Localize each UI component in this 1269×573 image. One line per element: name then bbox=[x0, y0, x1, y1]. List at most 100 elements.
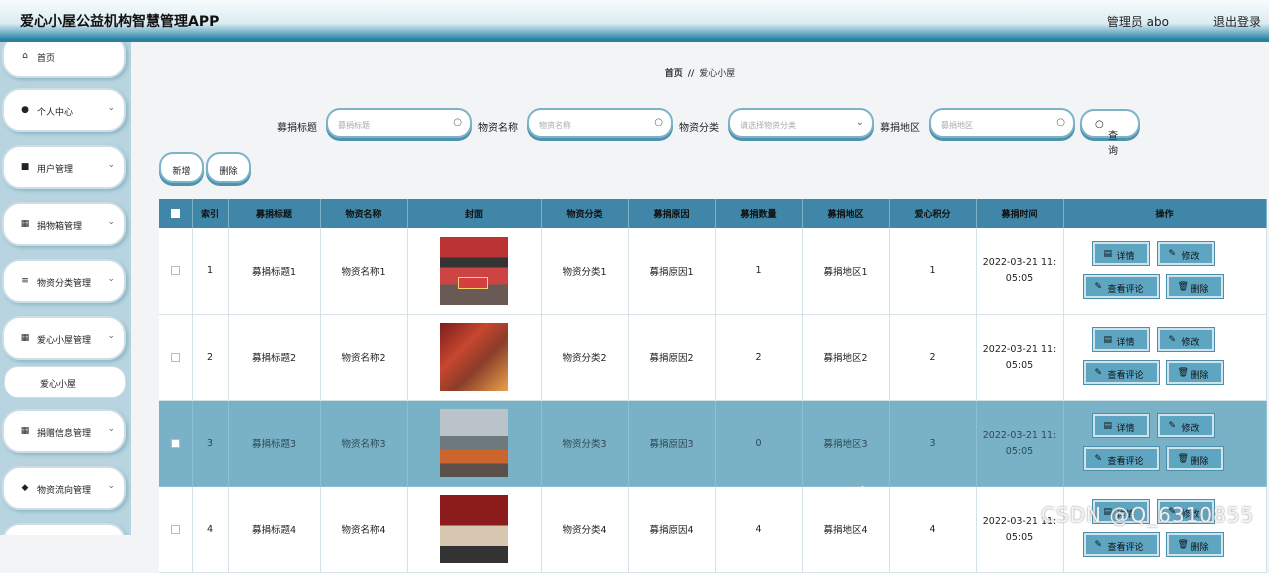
edit-button[interactable]: ✎ 修改 bbox=[1156, 413, 1215, 438]
cell-reason: 募捐原因3 bbox=[628, 400, 716, 487]
chevron-down-icon: ⌄ bbox=[107, 103, 115, 113]
filter-region-input[interactable]: 募捐地区 ○ bbox=[929, 108, 1075, 138]
column-header: 操作 bbox=[1063, 199, 1267, 228]
sidebar-item-more[interactable] bbox=[2, 523, 126, 535]
view-comments-button[interactable]: ✎ 查看评论 bbox=[1082, 532, 1160, 557]
sidebar-item-personal-center[interactable]: ● 个人中心 ⌄ bbox=[2, 88, 126, 132]
sidebar-item-label: 物资分类管理 bbox=[37, 279, 92, 289]
sidebar-item-donation-box[interactable]: ▦ 捐物箱管理 ⌄ bbox=[2, 202, 126, 246]
cell-index: 4 bbox=[192, 486, 229, 573]
edit-button-label: 修改 bbox=[1181, 338, 1200, 348]
cell-region: 募捐地区2 bbox=[802, 314, 890, 401]
trash-icon: 🗑 bbox=[1177, 368, 1189, 378]
delete-row-button-label: 删除 bbox=[1190, 543, 1209, 553]
detail-button-label: 详情 bbox=[1116, 338, 1135, 348]
row-actions: ▤ 详情 ✎ 修改 ✎ 查看评论 🗑 删除 bbox=[1079, 236, 1251, 306]
time-line-2: 05:05 bbox=[1005, 273, 1034, 285]
app-title: 爱心小屋公益机构智慧管理APP bbox=[20, 14, 220, 30]
filter-region-placeholder: 募捐地区 bbox=[941, 121, 973, 130]
filter-name-placeholder: 物资名称 bbox=[539, 121, 571, 130]
row-select-cell[interactable] bbox=[159, 314, 193, 401]
cell-name: 物资名称2 bbox=[320, 314, 408, 401]
column-header: 爱心积分 bbox=[889, 199, 977, 228]
cell-actions: ▤ 详情 ✎ 修改 ✎ 查看评论 🗑 删除 bbox=[1063, 400, 1267, 487]
chevron-down-icon: ⌄ bbox=[107, 217, 115, 227]
chevron-down-icon: ⌄ bbox=[855, 117, 864, 128]
cell-category: 物资分类3 bbox=[541, 400, 629, 487]
view-comments-button-label: 查看评论 bbox=[1107, 371, 1144, 381]
table-row[interactable]: 2 募捐标题2 物资名称2 物资分类2 募捐原因2 2 募捐地区2 2 2022-03-21 1… bbox=[159, 314, 1267, 401]
top-bar: 爱心小屋公益机构智慧管理APP 管理员 abo 退出登录 bbox=[0, 0, 1269, 42]
filter-category-select[interactable]: 请选择物资分类 ⌄ bbox=[728, 108, 874, 138]
view-comments-button-label: 查看评论 bbox=[1107, 284, 1144, 295]
row-select-cell[interactable] bbox=[159, 486, 193, 573]
time-line-1: 2022-03-21 11: bbox=[982, 257, 1057, 269]
cell-index: 2 bbox=[192, 314, 229, 401]
row-checkbox[interactable] bbox=[170, 266, 180, 276]
cell-time: 2022-03-21 11: 05:05 bbox=[976, 400, 1064, 487]
delete-row-button-label: 删除 bbox=[1190, 457, 1209, 467]
delete-button[interactable]: 删除 bbox=[206, 152, 251, 183]
detail-button[interactable]: ▤ 详情 bbox=[1091, 327, 1150, 352]
delete-row-button-label: 删除 bbox=[1190, 371, 1209, 381]
row-select-cell[interactable] bbox=[159, 228, 193, 315]
edit-button[interactable]: ✎ 修改 bbox=[1156, 240, 1215, 266]
row-checkbox[interactable] bbox=[170, 438, 180, 448]
edit-button[interactable]: ✎ 修改 bbox=[1156, 327, 1215, 352]
detail-button[interactable]: ▤ 详情 bbox=[1091, 413, 1150, 438]
row-checkbox[interactable] bbox=[170, 524, 180, 534]
time-line-2: 05:05 bbox=[1005, 359, 1034, 371]
filter-title-input[interactable]: 募捐标题 ○ bbox=[326, 108, 472, 138]
filter-title-label: 募捐标题 bbox=[277, 123, 317, 134]
row-select-cell[interactable] bbox=[159, 400, 193, 487]
sidebar-item-donation-info[interactable]: ▦ 捐赠信息管理 ⌄ bbox=[2, 409, 126, 453]
detail-button[interactable]: ▤ 详情 bbox=[1091, 240, 1150, 266]
logout-link[interactable]: 退出登录 bbox=[1213, 13, 1261, 30]
cell-quantity: 2 bbox=[715, 314, 803, 401]
delete-row-button[interactable]: 🗑 删除 bbox=[1165, 532, 1224, 557]
chevron-down-icon: ⌄ bbox=[107, 481, 115, 491]
column-header: 募捐原因 bbox=[628, 199, 716, 228]
pencil-icon: ✎ bbox=[1094, 281, 1103, 292]
cell-cover bbox=[407, 400, 542, 487]
breadcrumb-home[interactable]: 首页 bbox=[665, 69, 683, 79]
cell-name: 物资名称3 bbox=[320, 400, 408, 487]
delete-row-button[interactable]: 🗑 删除 bbox=[1165, 360, 1224, 385]
grid-icon: ▦ bbox=[20, 426, 30, 436]
table-row[interactable]: 1 募捐标题1 物资名称1 物资分类1 募捐原因1 1 募捐地区1 1 2022-03-21 1… bbox=[159, 228, 1267, 315]
cell-index: 3 bbox=[192, 400, 229, 487]
filter-category-label: 物资分类 bbox=[679, 123, 719, 134]
add-button[interactable]: 新增 bbox=[159, 152, 204, 183]
view-comments-button[interactable]: ✎ 查看评论 bbox=[1082, 446, 1160, 471]
column-header: 封面 bbox=[407, 199, 542, 228]
table-row[interactable]: 4 募捐标题4 物资名称4 物资分类4 募捐原因4 4 募捐地区4 4 2022-03-21 1… bbox=[159, 486, 1267, 573]
cover-image bbox=[440, 495, 508, 563]
sidebar-item-home[interactable]: ⌂ 首页 bbox=[2, 42, 126, 78]
view-comments-button[interactable]: ✎ 查看评论 bbox=[1082, 273, 1160, 299]
sidebar-subitem-love-house[interactable]: 爱心小屋 bbox=[4, 366, 126, 398]
sidebar-item-user-management[interactable]: ■ 用户管理 ⌄ bbox=[2, 145, 126, 189]
row-actions: ▤ 详情 ✎ 修改 ✎ 查看评论 🗑 删除 bbox=[1079, 408, 1251, 478]
select-all-cell[interactable] bbox=[159, 199, 193, 228]
cell-actions: ▤ 详情 ✎ 修改 ✎ 查看评论 🗑 删除 bbox=[1063, 486, 1267, 573]
table-row[interactable]: 3 募捐标题3 物资名称3 物资分类3 募捐原因3 0 募捐地区3 3 2022-03-21 1… bbox=[159, 400, 1267, 487]
row-checkbox[interactable] bbox=[170, 352, 180, 362]
sidebar-item-label: 物资流向管理 bbox=[37, 486, 92, 496]
cell-title: 募捐标题4 bbox=[228, 486, 321, 573]
pencil-icon: ✎ bbox=[1094, 454, 1103, 464]
sidebar-item-category-management[interactable]: ≡ 物资分类管理 ⌄ bbox=[2, 259, 126, 303]
edit-button-label: 修改 bbox=[1181, 251, 1200, 262]
cell-reason: 募捐原因2 bbox=[628, 314, 716, 401]
select-all-checkbox[interactable] bbox=[170, 208, 180, 218]
filter-name-input[interactable]: 物资名称 ○ bbox=[527, 108, 673, 138]
cell-title: 募捐标题2 bbox=[228, 314, 321, 401]
delete-row-button[interactable]: 🗑 删除 bbox=[1165, 273, 1224, 299]
breadcrumb: 首页 // 爱心小屋 bbox=[131, 66, 1269, 79]
sidebar-item-love-house[interactable]: ▦ 爱心小屋管理 ⌄ bbox=[2, 316, 126, 360]
query-button[interactable]: 查询 ○ bbox=[1080, 109, 1140, 157]
sidebar-item-material-flow[interactable]: ◆ 物资流向管理 ⌄ bbox=[2, 466, 126, 510]
sidebar-item-label: 爱心小屋管理 bbox=[37, 336, 92, 346]
filter-region-label: 募捐地区 bbox=[880, 123, 920, 134]
delete-row-button[interactable]: 🗑 删除 bbox=[1165, 446, 1224, 471]
view-comments-button[interactable]: ✎ 查看评论 bbox=[1082, 360, 1160, 385]
